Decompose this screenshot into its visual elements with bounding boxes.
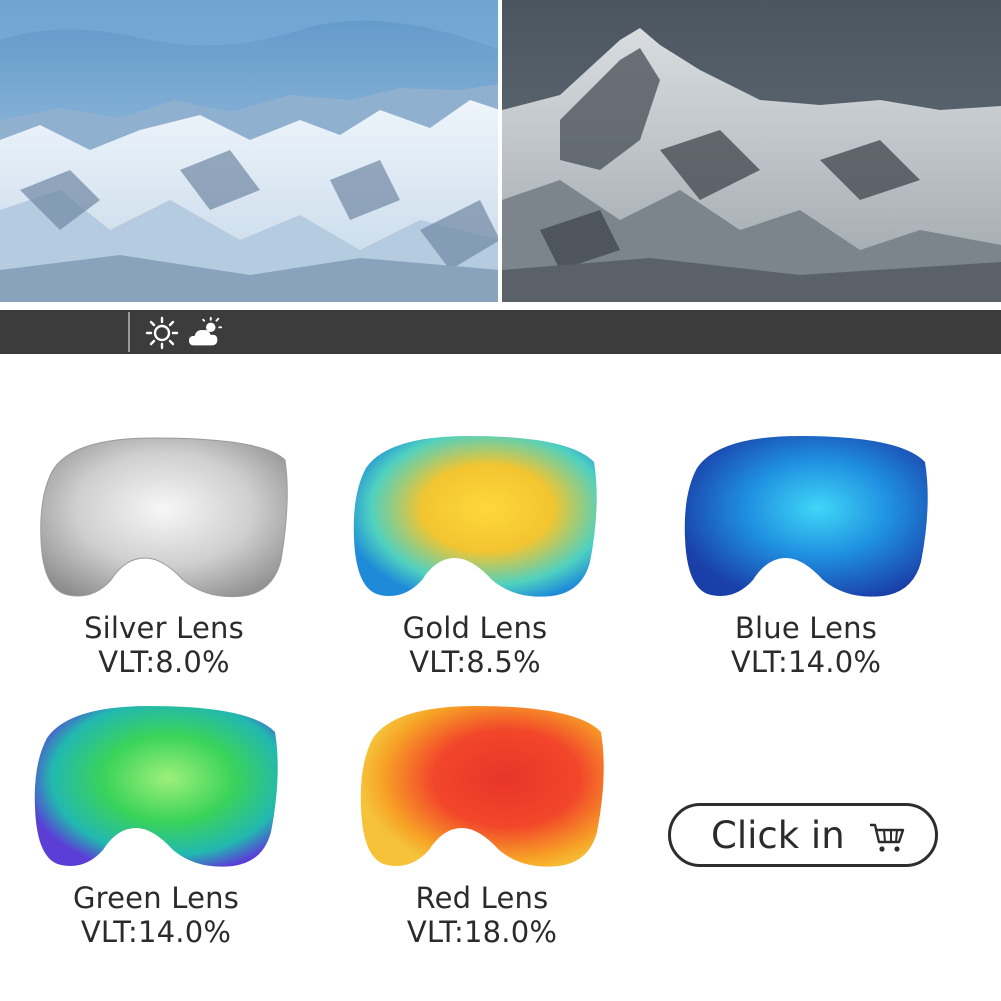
lens-card-blue[interactable]: Blue Lens VLT:14.0%	[656, 430, 956, 679]
condition-separator	[128, 312, 130, 352]
bright-landscape	[0, 0, 500, 302]
green-lens-image	[34, 706, 278, 867]
split-divider	[498, 0, 502, 302]
lens-vlt: VLT:14.0%	[80, 915, 232, 949]
lens-vlt: VLT:8.5%	[409, 645, 541, 679]
lens-card-red[interactable]: Red Lens VLT:18.0%	[332, 700, 632, 949]
lens-name: Gold Lens	[402, 611, 548, 645]
partly-cloudy-icon	[188, 316, 223, 346]
lens-name: Red Lens	[415, 881, 549, 915]
sun-icon	[145, 316, 179, 350]
lens-card-green[interactable]: Green Lens VLT:14.0%	[6, 700, 306, 949]
cart-icon	[870, 823, 905, 852]
lens-name: Green Lens	[72, 881, 240, 915]
blue-lens-image	[684, 436, 928, 597]
lens-vlt: VLT:8.0%	[98, 645, 230, 679]
click-in-label: Click in	[711, 813, 845, 857]
lens-vlt: VLT:14.0%	[730, 645, 882, 679]
silver-lens-image	[40, 437, 288, 598]
lens-card-gold[interactable]: Gold Lens VLT:8.5%	[325, 430, 625, 679]
red-lens-image	[360, 706, 604, 867]
lens-card-silver[interactable]: Silver Lens VLT:8.0%	[14, 430, 314, 679]
lens-name: Blue Lens	[734, 611, 878, 645]
gold-lens-image	[353, 436, 597, 597]
click-in-button[interactable]: Click in	[668, 803, 938, 867]
lens-name: Silver Lens	[84, 611, 244, 645]
lens-vlt: VLT:18.0%	[406, 915, 558, 949]
tinted-landscape	[502, 0, 1001, 302]
